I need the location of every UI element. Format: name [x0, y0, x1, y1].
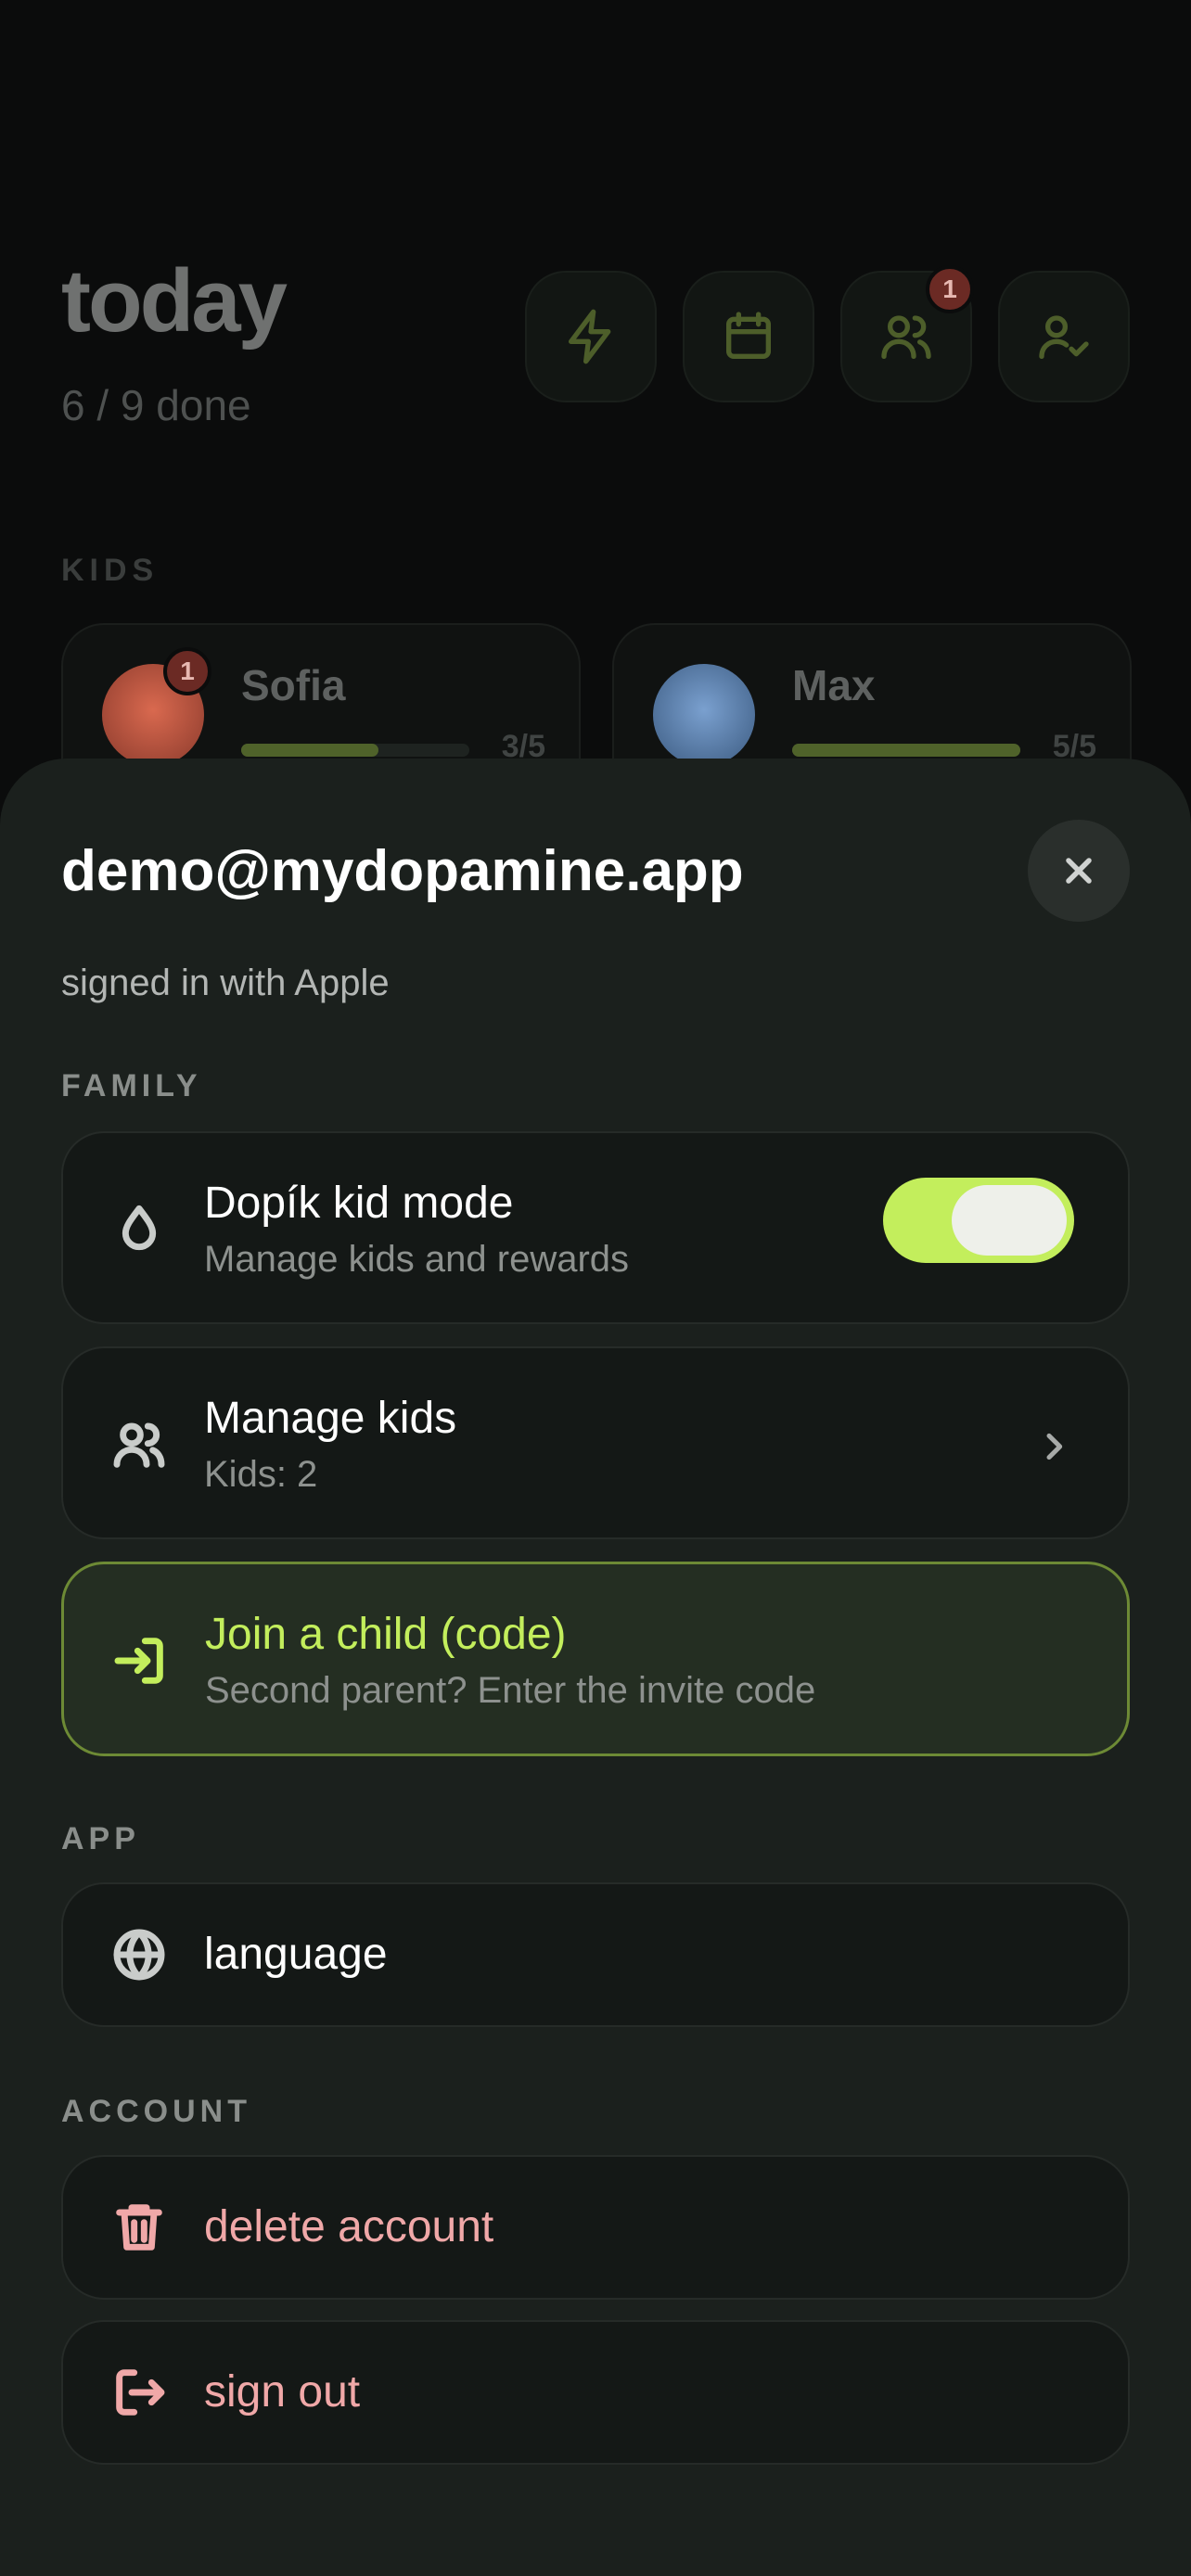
user-check-icon — [1039, 315, 1089, 359]
kid-progress-bar — [792, 744, 1020, 757]
toggle-knob — [952, 1185, 1067, 1256]
page-title: today — [61, 251, 288, 351]
manage-kids-subtitle: Kids: 2 — [204, 1454, 318, 1495]
calendar-button[interactable] — [683, 271, 814, 402]
notification-badge: 1 — [926, 265, 974, 313]
kid-mode-toggle[interactable] — [883, 1178, 1074, 1263]
kid-progress-fill — [241, 744, 378, 757]
account-email: demo@mydopamine.app — [61, 839, 744, 903]
delete-account-row[interactable]: delete account — [61, 2155, 1130, 2300]
close-icon — [1066, 858, 1092, 884]
chevron-right-icon — [1035, 1428, 1072, 1465]
globe-icon — [109, 1925, 169, 1984]
language-title: language — [204, 1930, 388, 1979]
lightning-icon — [569, 309, 611, 364]
kid-progress-bar — [241, 744, 469, 757]
kid-mode-subtitle: Manage kids and rewards — [204, 1239, 630, 1280]
sign-out-title: sign out — [204, 2367, 361, 2417]
log-in-icon — [110, 1631, 170, 1690]
progress-text: 6 / 9 done — [61, 381, 251, 429]
join-child-subtitle: Second parent? Enter the invite code — [205, 1670, 816, 1711]
kid-name: Max — [792, 661, 876, 709]
trash-icon — [109, 2198, 169, 2257]
log-out-icon — [109, 2363, 169, 2422]
sign-in-method: signed in with Apple — [61, 963, 390, 1003]
kid-mode-row: Dopík kid mode Manage kids and rewards — [61, 1131, 1130, 1324]
delete-account-title: delete account — [204, 2202, 494, 2251]
sign-out-row[interactable]: sign out — [61, 2320, 1130, 2465]
account-section-label: ACCOUNT — [61, 2094, 251, 2129]
kid-mode-title: Dopík kid mode — [204, 1179, 514, 1228]
language-row[interactable]: language — [61, 1882, 1130, 2027]
kids-section-label: KIDS — [61, 553, 160, 588]
kid-name: Sofia — [241, 661, 346, 709]
account-button[interactable] — [998, 271, 1130, 402]
family-section-label: FAMILY — [61, 1068, 202, 1103]
manage-kids-title: Manage kids — [204, 1394, 457, 1443]
join-child-row[interactable]: Join a child (code) Second parent? Enter… — [61, 1562, 1130, 1756]
avatar — [653, 664, 755, 766]
close-button[interactable] — [1028, 820, 1130, 922]
join-child-title: Join a child (code) — [205, 1610, 567, 1659]
calendar-icon — [726, 312, 771, 359]
manage-kids-row[interactable]: Manage kids Kids: 2 — [61, 1346, 1130, 1539]
app-section-label: APP — [61, 1821, 140, 1856]
users-icon — [109, 1415, 169, 1474]
kid-badge: 1 — [163, 647, 211, 695]
account-sheet: demo@mydopamine.app signed in with Apple… — [0, 759, 1191, 2576]
kid-progress-fill — [792, 744, 1020, 757]
users-icon — [881, 315, 931, 359]
lightning-button[interactable] — [525, 271, 657, 402]
droplet-icon — [109, 1200, 169, 1259]
